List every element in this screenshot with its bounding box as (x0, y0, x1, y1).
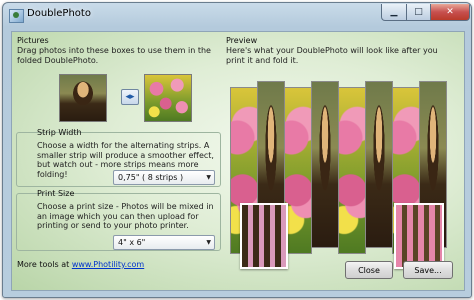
photility-link[interactable]: www.Photility.com (72, 260, 144, 269)
client-area: Pictures Drag photos into these boxes to… (11, 31, 465, 291)
more-tools-text: More tools at www.Photility.com (17, 260, 144, 269)
preview-description: Here's what your DoublePhoto will look l… (226, 46, 438, 65)
swap-photos-button[interactable]: ◂▸ (121, 89, 139, 105)
minimize-button[interactable]: ▁ (381, 4, 407, 21)
doublephoto-window: DoublePhoto ▁ □ ✕ Pictures Drag photos i… (2, 2, 472, 298)
swap-arrows-icon: ◂▸ (125, 92, 135, 102)
print-size-select[interactable]: 4" x 6" ▼ (113, 235, 215, 250)
chevron-down-icon: ▼ (206, 174, 211, 181)
preview-side-a (240, 203, 288, 269)
strip-width-heading: Strip Width (37, 128, 82, 137)
save-button[interactable]: Save... (403, 261, 453, 279)
pictures-description: Drag photos into these boxes to use them… (17, 46, 211, 65)
preview-strip (311, 81, 339, 248)
close-button[interactable]: Close (345, 261, 393, 279)
maximize-button[interactable]: □ (406, 4, 431, 21)
close-window-button[interactable]: ✕ (430, 4, 470, 21)
folded-preview (230, 77, 458, 270)
preview-strip (338, 87, 366, 254)
preview-heading: Preview (226, 36, 258, 45)
print-size-value: 4" x 6" (118, 238, 146, 247)
window-title: DoublePhoto (27, 8, 91, 19)
print-size-description: Choose a print size - Photos will be mix… (37, 202, 214, 230)
strip-width-value: 0,75" ( 8 strips ) (118, 173, 184, 182)
more-tools-prefix: More tools at (17, 260, 70, 269)
app-icon (9, 9, 24, 23)
strip-width-select[interactable]: 0,75" ( 8 strips ) ▼ (113, 170, 215, 185)
photo-drop-box-1[interactable] (59, 74, 107, 122)
pictures-heading: Pictures (17, 36, 49, 45)
chevron-down-icon: ▼ (206, 239, 211, 246)
preview-side-b (394, 203, 444, 269)
photo-drop-box-2[interactable] (144, 74, 192, 122)
title-bar[interactable]: DoublePhoto ▁ □ ✕ (3, 3, 471, 27)
preview-strip (284, 87, 312, 254)
preview-strip (365, 81, 393, 248)
print-size-heading: Print Size (37, 189, 75, 198)
